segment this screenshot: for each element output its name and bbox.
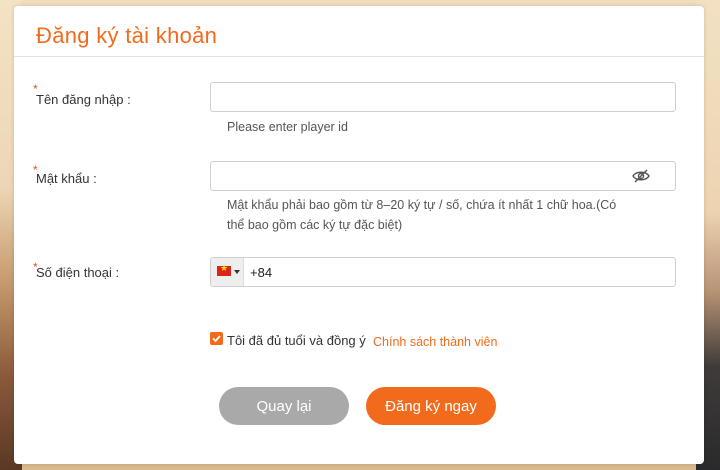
agree-checkbox[interactable]: [210, 332, 223, 345]
caret-down-icon: [234, 270, 240, 274]
country-code-select[interactable]: ★: [211, 258, 244, 286]
password-hint-line1: Mật khẩu phải bao gồm từ 8–20 ký tự / số…: [227, 198, 617, 212]
vietnam-flag-icon: ★: [217, 263, 231, 276]
password-input[interactable]: [210, 161, 676, 191]
modal-title: Đăng ký tài khoản: [36, 23, 218, 48]
phone-label: Số điện thoại :: [36, 265, 120, 280]
username-label: Tên đăng nhập :: [36, 92, 131, 107]
password-hint-line2: thể bao gồm các ký tự đặc biệt): [227, 218, 403, 232]
eye-slash-icon[interactable]: [632, 169, 650, 183]
flag-star-icon: ★: [219, 263, 229, 273]
password-label: Mật khẩu :: [36, 171, 97, 186]
member-policy-link[interactable]: Chính sách thành viên: [373, 335, 497, 349]
phone-input[interactable]: [244, 258, 676, 286]
register-modal: Đăng ký tài khoản * Tên đăng nhập : Plea…: [14, 6, 704, 464]
title-divider: [14, 56, 704, 57]
phone-field: ★: [210, 257, 676, 287]
agree-text: Tôi đã đủ tuổi và đồng ý: [227, 333, 366, 348]
username-hint: Please enter player id: [227, 120, 348, 134]
checkmark-icon: [212, 335, 221, 343]
username-input[interactable]: [210, 82, 676, 112]
password-hint: Mật khẩu phải bao gồm từ 8–20 ký tự / số…: [227, 195, 616, 235]
back-button[interactable]: Quay lại: [219, 387, 349, 425]
register-button[interactable]: Đăng ký ngay: [366, 387, 496, 425]
